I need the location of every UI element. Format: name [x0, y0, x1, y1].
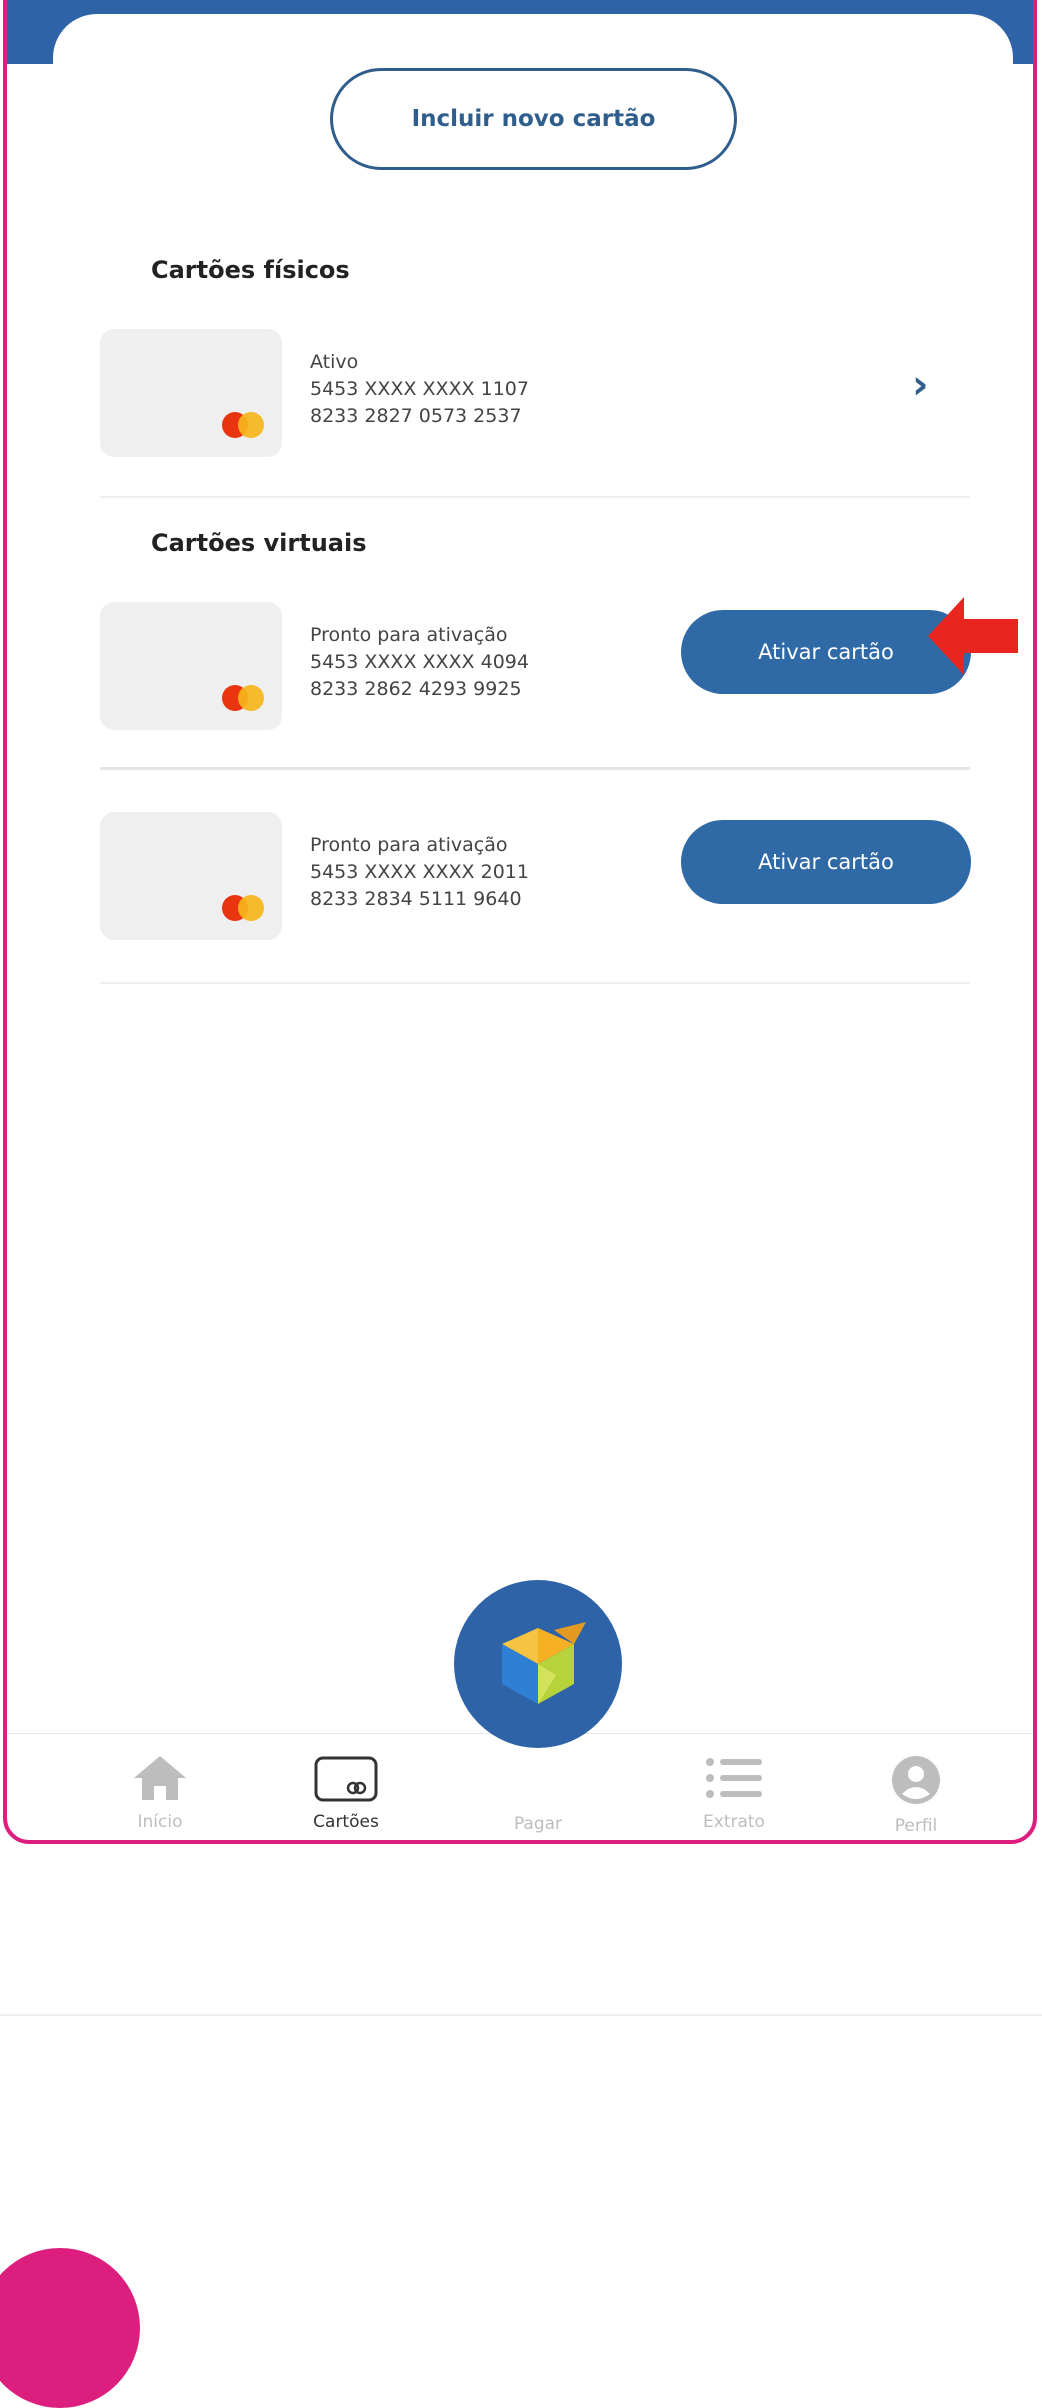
nav-item-pay[interactable]: Pagar [473, 1808, 603, 1834]
pay-button[interactable] [454, 1580, 622, 1748]
nav-label: Início [137, 1812, 183, 1832]
card-code: 8233 2827 0573 2537 [310, 405, 522, 427]
activate-card-button[interactable]: Ativar cartão [681, 820, 971, 904]
card-number: 5453 XXXX XXXX 1107 [310, 378, 529, 400]
nav-item-statement[interactable]: Extrato [669, 1754, 799, 1832]
nav-label: Cartões [313, 1812, 379, 1832]
mastercard-logo-icon [222, 895, 266, 921]
card-info: Pronto para ativação 5453 XXXX XXXX 4094… [310, 622, 529, 703]
phone-frame: Incluir novo cartão Cartões físicos Ativ… [3, 0, 1037, 1844]
card-code: 8233 2834 5111 9640 [310, 888, 522, 910]
card-status: Ativo [310, 351, 359, 373]
card-number: 5453 XXXX XXXX 4094 [310, 651, 529, 673]
card-info: Pronto para ativação 5453 XXXX XXXX 2011… [310, 832, 529, 913]
card-thumbnail [100, 812, 282, 940]
pay-icon [502, 1622, 586, 1704]
nav-label: Extrato [703, 1812, 765, 1832]
divider [100, 496, 970, 498]
arrow-left-icon [928, 597, 1018, 675]
card-status: Pronto para ativação [310, 834, 508, 856]
divider [100, 767, 970, 770]
card-status: Pronto para ativação [310, 624, 508, 646]
divider [100, 982, 970, 984]
profile-icon [892, 1756, 940, 1804]
physical-cards-title: Cartões físicos [151, 256, 350, 284]
decorative-circle [0, 2248, 140, 2408]
home-icon [134, 1756, 186, 1800]
card-thumbnail [100, 602, 282, 730]
nav-item-cards[interactable]: Cartões [281, 1754, 411, 1832]
card-number: 5453 XXXX XXXX 2011 [310, 861, 529, 883]
add-new-card-button[interactable]: Incluir novo cartão [330, 68, 737, 170]
list-icon [706, 1758, 762, 1798]
physical-card-row[interactable]: Ativo 5453 XXXX XXXX 1107 8233 2827 0573… [100, 329, 970, 459]
chevron-right-icon[interactable]: › [912, 362, 928, 408]
mastercard-logo-icon [222, 412, 266, 438]
card-icon [314, 1756, 378, 1802]
divider [0, 2014, 1042, 2016]
card-info: Ativo 5453 XXXX XXXX 1107 8233 2827 0573… [310, 349, 529, 430]
nav-item-home[interactable]: Início [95, 1754, 225, 1832]
card-code: 8233 2862 4293 9925 [310, 678, 522, 700]
nav-label: Pagar [513, 1814, 563, 1834]
nav-item-profile[interactable]: Perfil [851, 1754, 981, 1836]
card-thumbnail [100, 329, 282, 457]
virtual-cards-title: Cartões virtuais [151, 529, 367, 557]
mastercard-logo-icon [222, 685, 266, 711]
nav-label: Perfil [894, 1816, 938, 1836]
